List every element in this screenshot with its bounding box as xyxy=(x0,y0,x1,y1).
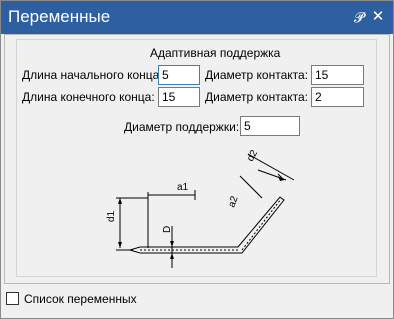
support-body xyxy=(140,196,285,254)
pin-icon[interactable]: 𝓟 xyxy=(351,8,367,26)
label-a2: a2 xyxy=(226,194,240,209)
label-D: D xyxy=(162,226,173,233)
end-length-label: Длина конечного конца: xyxy=(22,90,155,104)
support-diameter-input[interactable] xyxy=(240,116,300,136)
support-schematic-diagram: a1 d1 D a2 d2 xyxy=(106,148,295,268)
support-diameter-label: Диаметр поддержки: xyxy=(124,120,240,134)
contact-diameter-2-input[interactable] xyxy=(311,87,364,107)
contact-diameter-2-label: Диаметр контакта: xyxy=(205,90,309,104)
variables-list-label: Список переменных xyxy=(24,292,137,306)
label-a1: a1 xyxy=(177,182,189,193)
start-length-label: Длина начального конца: xyxy=(22,68,163,82)
variables-list-checkbox[interactable] xyxy=(6,292,19,305)
window-title: Переменные xyxy=(8,7,111,26)
start-length-input[interactable] xyxy=(158,65,200,85)
end-length-input[interactable] xyxy=(158,87,200,107)
title-bar[interactable]: Переменные 𝓟 ✕ xyxy=(1,1,393,34)
close-icon[interactable]: ✕ xyxy=(370,8,386,26)
contact-diameter-1-input[interactable] xyxy=(311,65,364,85)
group-title: Адаптивная поддержка xyxy=(150,46,281,60)
label-d2: d2 xyxy=(245,148,260,164)
contact-diameter-1-label: Диаметр контакта: xyxy=(205,68,309,82)
label-d1: d1 xyxy=(106,210,117,222)
